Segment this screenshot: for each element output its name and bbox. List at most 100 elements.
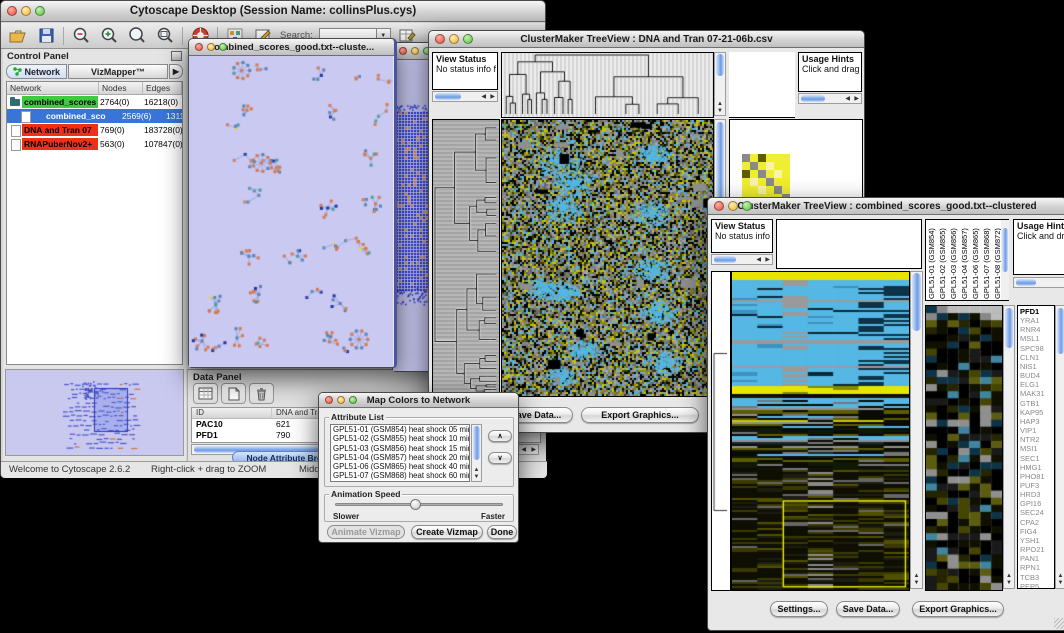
matrix-cell[interactable] [774, 170, 782, 178]
zoom-fit-button[interactable] [154, 26, 176, 46]
scroll-right-arrow[interactable]: ▶ [854, 94, 859, 104]
close-button[interactable] [399, 47, 407, 55]
export-graphics-button[interactable]: Export Graphics... [912, 601, 1004, 617]
close-button[interactable] [7, 6, 17, 16]
matrix-cell[interactable] [750, 186, 758, 194]
export-graphics-button[interactable]: Export Graphics... [581, 407, 699, 423]
scroll-up-arrow[interactable]: ▲ [911, 573, 922, 579]
column-label[interactable]: GPL51-04 (GSM857) [959, 220, 970, 299]
attribute-list-item[interactable]: GPL51-07 (GSM868) heat shock 60 min [333, 471, 469, 480]
gene-label[interactable]: NIS1 [1020, 362, 1052, 371]
gene-label[interactable]: PEP5 [1020, 582, 1052, 589]
heatmap-canvas[interactable] [501, 119, 714, 397]
gene-label[interactable]: GPI16 [1020, 499, 1052, 508]
gene-label[interactable]: YRA1 [1020, 316, 1052, 325]
network-row[interactable]: RNAPuberNov2+ 563(0) 107847(0) [7, 137, 182, 151]
zoom-button[interactable] [349, 396, 357, 404]
heatmap-canvas[interactable] [731, 271, 910, 591]
minimize-button[interactable] [411, 47, 419, 55]
scroll-down-arrow[interactable]: ▼ [1004, 580, 1014, 586]
scroll-right-arrow[interactable]: ▶ [531, 445, 536, 455]
attribute-listbox[interactable]: GPL51-01 (GSM854) heat shock 05 minGPL51… [330, 424, 470, 482]
column-dendrogram-panel[interactable] [776, 219, 922, 269]
gene-label[interactable]: YSH1 [1020, 536, 1052, 545]
gene-label[interactable]: FIG4 [1020, 527, 1052, 536]
scroll-left-arrow[interactable]: ◀ [521, 445, 526, 455]
matrix-cell[interactable] [766, 154, 774, 162]
matrix-cell[interactable] [758, 154, 766, 162]
float-panel-icon[interactable] [171, 51, 182, 61]
heatmap-vscrollbar[interactable]: ▲ ▼ [910, 271, 923, 589]
attribute-list-item[interactable]: GPL51-03 (GSM856) heat shock 15 min [333, 444, 469, 453]
close-button[interactable] [195, 43, 203, 51]
done-button[interactable]: Done [487, 525, 517, 539]
gene-label[interactable]: PAN1 [1020, 554, 1052, 563]
gene-label[interactable]: KAP95 [1020, 408, 1052, 417]
matrix-cell[interactable] [742, 170, 750, 178]
gene-label[interactable]: CLN1 [1020, 353, 1052, 362]
zoom-button[interactable] [463, 34, 473, 44]
gene-label[interactable]: HAP3 [1020, 417, 1052, 426]
usage-hints-hscrollbar[interactable] [1013, 277, 1064, 288]
save-session-button[interactable] [35, 26, 57, 46]
matrix-cell[interactable] [766, 162, 774, 170]
vscroll-thumb[interactable] [912, 273, 921, 331]
zoom-selected-button[interactable] [126, 26, 148, 46]
scroll-down-arrow[interactable]: ▼ [472, 474, 481, 480]
network-view-titlebar[interactable]: combined_scores_good.txt--cluste... [189, 39, 394, 56]
matrix-cell[interactable] [742, 162, 750, 170]
attribute-list-item[interactable]: GPL51-01 (GSM854) heat shock 05 min [333, 425, 469, 434]
matrix-cell[interactable] [766, 170, 774, 178]
close-button[interactable] [714, 201, 724, 211]
attribute-list-item[interactable]: GPL51-02 (GSM855) heat shock 10 min [333, 434, 469, 443]
matrix-cell[interactable] [750, 162, 758, 170]
zoom-out-button[interactable] [70, 26, 92, 46]
hscroll-thumb[interactable] [1016, 279, 1036, 286]
hscroll-thumb[interactable] [714, 256, 736, 263]
matrix-cell[interactable] [758, 162, 766, 170]
minimize-button[interactable] [337, 396, 345, 404]
network-row[interactable]: DNA and Tran 07 769(0) 183728(0) [7, 123, 182, 137]
open-file-button[interactable] [7, 26, 29, 46]
matrix-cell[interactable] [774, 186, 782, 194]
network-row[interactable]: combined_scores 2764(0) 16218(0) [7, 95, 182, 109]
scroll-up-arrow[interactable]: ▲ [715, 101, 725, 107]
gene-label[interactable]: SEC24 [1020, 508, 1052, 517]
matrix-cell[interactable] [782, 154, 790, 162]
view-status-hscrollbar[interactable]: ◀ ▶ [432, 91, 498, 102]
network-overview-panel[interactable] [5, 369, 184, 456]
zoom-vscrollbar[interactable]: ▲ ▼ [1003, 305, 1015, 589]
zoom-button[interactable] [35, 6, 45, 16]
vscroll-thumb[interactable] [716, 54, 724, 76]
gene-label[interactable]: RNR4 [1020, 325, 1052, 334]
vscroll-thumb[interactable] [1002, 228, 1008, 272]
minimize-button[interactable] [449, 34, 459, 44]
column-label[interactable]: GPL51-03 (GSM856) [948, 220, 959, 299]
matrix-cell[interactable] [758, 170, 766, 178]
dialog-titlebar[interactable]: Map Colors to Network [319, 393, 518, 408]
save-data-button[interactable]: Save Data... [836, 601, 900, 617]
main-titlebar[interactable]: Cytoscape Desktop (Session Name: collins… [1, 1, 545, 22]
attribute-list-item[interactable]: GPL51-06 (GSM865) heat shock 40 min [333, 462, 469, 471]
gene-label[interactable]: BUD4 [1020, 371, 1052, 380]
scroll-down-arrow[interactable]: ▼ [1056, 580, 1064, 586]
gene-label[interactable]: RPN1 [1020, 563, 1052, 572]
gene-list-vscrollbar[interactable]: ▲ ▼ [1055, 305, 1064, 589]
column-label[interactable]: GPL51-02 (GSM855) [937, 220, 948, 299]
matrix-cell[interactable] [750, 178, 758, 186]
row-dendrogram-canvas[interactable] [711, 271, 731, 591]
matrix-cell[interactable] [758, 178, 766, 186]
speed-slider-thumb[interactable] [410, 499, 421, 510]
labels-vscrollbar[interactable] [1001, 220, 1009, 300]
matrix-cell[interactable] [774, 178, 782, 186]
scroll-left-arrow[interactable]: ◀ [845, 94, 850, 104]
matrix-cell[interactable] [782, 178, 790, 186]
vscroll-thumb[interactable] [716, 122, 724, 202]
top-dendrogram-vscrollbar[interactable]: ▲ ▼ [714, 52, 726, 116]
close-button[interactable] [435, 34, 445, 44]
gene-label[interactable]: MSI1 [1020, 444, 1052, 453]
zoom-button[interactable] [742, 201, 752, 211]
network-overview-canvas[interactable] [6, 370, 183, 455]
gene-label[interactable]: PFD1 [1020, 307, 1052, 316]
view-status-hscrollbar[interactable]: ◀ ▶ [711, 254, 773, 265]
